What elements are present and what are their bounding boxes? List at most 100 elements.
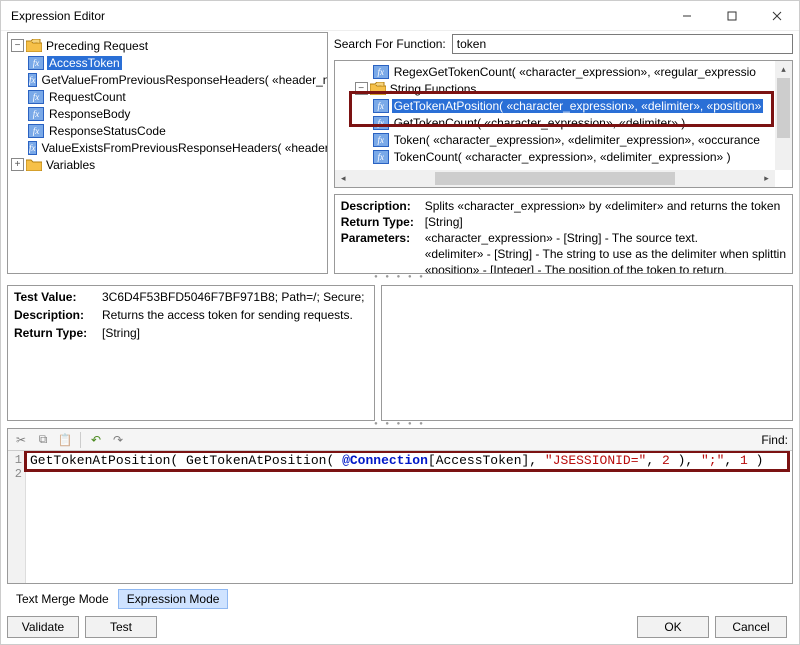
- separator: [80, 432, 81, 448]
- tree-item[interactable]: fx GetValueFromPreviousResponseHeaders( …: [10, 71, 325, 88]
- search-row: Search For Function:: [334, 32, 793, 56]
- undo-icon[interactable]: ↶: [87, 431, 105, 449]
- fx-icon: fx: [28, 56, 44, 70]
- tree-item-gettokenatposition[interactable]: fx GetTokenAtPosition( «character_expres…: [337, 97, 792, 114]
- tree-item[interactable]: fx ResponseStatusCode: [10, 122, 325, 139]
- tree-item[interactable]: fx GetTokenCount( «character_expression»…: [337, 114, 792, 131]
- collapse-icon[interactable]: −: [355, 82, 368, 95]
- tree-label: ResponseStatusCode: [47, 124, 168, 138]
- expand-icon[interactable]: +: [11, 158, 24, 171]
- tree-item[interactable]: fx RegexGetTokenCount( «character_expres…: [337, 63, 792, 80]
- fx-icon: fx: [373, 133, 389, 147]
- ok-button[interactable]: OK: [637, 616, 709, 638]
- folder-icon: [370, 82, 386, 96]
- window-title: Expression Editor: [11, 9, 105, 23]
- scrollbar-thumb[interactable]: [435, 172, 675, 185]
- tree-label: AccessToken: [47, 56, 122, 70]
- code-line[interactable]: GetTokenAtPosition( GetTokenAtPosition( …: [26, 451, 767, 583]
- tree-label: String Functions: [388, 82, 479, 96]
- splitter-grip[interactable]: ● ● ● ● ●: [7, 274, 793, 279]
- tree-label: RequestCount: [47, 90, 128, 104]
- tree-item[interactable]: fx Token( «character_expression», «delim…: [337, 131, 792, 148]
- fx-icon: fx: [28, 90, 44, 104]
- tree-label: GetTokenAtPosition( «character_expressio…: [392, 99, 764, 113]
- return-type-label: Return Type:: [14, 326, 102, 340]
- scroll-left-icon[interactable]: ◂: [335, 170, 352, 187]
- fx-icon: fx: [28, 124, 44, 138]
- folder-icon: [26, 39, 42, 53]
- parameters-label: Parameters:: [341, 231, 425, 245]
- cut-icon[interactable]: ✂: [12, 431, 30, 449]
- function-panel: Search For Function: fx RegexGetTokenCou…: [334, 32, 793, 274]
- fx-icon: fx: [373, 116, 389, 130]
- tab-text-merge-mode[interactable]: Text Merge Mode: [7, 589, 118, 609]
- horizontal-scrollbar[interactable]: ◂ ▸: [335, 170, 775, 187]
- folder-icon: [26, 158, 42, 172]
- fx-icon: fx: [373, 65, 389, 79]
- close-button[interactable]: [754, 1, 799, 31]
- description-label: Description:: [341, 199, 425, 213]
- fx-icon: fx: [28, 73, 37, 87]
- return-type-value: [String]: [102, 326, 368, 340]
- selection-info: Test Value: 3C6D4F53BFD5046F7BF971B8; Pa…: [7, 285, 375, 421]
- tab-expression-mode[interactable]: Expression Mode: [118, 589, 229, 609]
- mid-row: Test Value: 3C6D4F53BFD5046F7BF971B8; Pa…: [7, 285, 793, 421]
- tree-item[interactable]: fx ValueExistsFromPreviousResponseHeader…: [10, 139, 325, 156]
- tree-label: Token( «character_expression», «delimite…: [392, 133, 762, 147]
- validate-button[interactable]: Validate: [7, 616, 79, 638]
- tree-node-variables[interactable]: + Variables: [10, 156, 325, 173]
- fx-icon: fx: [373, 150, 389, 164]
- tree-item[interactable]: fx RequestCount: [10, 88, 325, 105]
- description-value: Splits «character_expression» by «delimi…: [425, 199, 786, 213]
- tree-label: Preceding Request: [44, 39, 150, 53]
- scrollbar-thumb[interactable]: [777, 78, 790, 138]
- test-value: 3C6D4F53BFD5046F7BF971B8; Path=/; Secure…: [102, 290, 368, 304]
- code-area[interactable]: 12 GetTokenAtPosition( GetTokenAtPositio…: [8, 451, 792, 583]
- minimize-button[interactable]: [664, 1, 709, 31]
- collapse-icon[interactable]: −: [11, 39, 24, 52]
- cancel-button[interactable]: Cancel: [715, 616, 787, 638]
- vertical-scrollbar[interactable]: ▴: [775, 61, 792, 170]
- tree-label: ValueExistsFromPreviousResponseHeaders( …: [40, 141, 328, 155]
- button-row: Validate Test OK Cancel: [7, 616, 793, 638]
- maximize-button[interactable]: [709, 1, 754, 31]
- search-input[interactable]: [452, 34, 793, 54]
- splitter-grip[interactable]: ● ● ● ● ●: [7, 421, 793, 426]
- tree-label: GetValueFromPreviousResponseHeaders( «he…: [40, 73, 328, 87]
- fx-icon: fx: [28, 107, 44, 121]
- search-label: Search For Function:: [334, 37, 446, 51]
- top-row: − Preceding Request fx AccessToken fx Ge…: [7, 32, 793, 274]
- find-label: Find:: [761, 433, 788, 447]
- variable-tree[interactable]: − Preceding Request fx AccessToken fx Ge…: [7, 32, 328, 274]
- scroll-up-icon[interactable]: ▴: [775, 61, 792, 78]
- test-value-label: Test Value:: [14, 290, 102, 304]
- tree-node-string-functions[interactable]: − String Functions: [337, 80, 792, 97]
- title-bar: Expression Editor: [1, 1, 799, 31]
- redo-icon[interactable]: ↷: [109, 431, 127, 449]
- function-tree[interactable]: fx RegexGetTokenCount( «character_expres…: [334, 60, 793, 188]
- parameter-line: «position» - [Integer] - The position of…: [425, 263, 786, 274]
- line-gutter: 12: [8, 451, 26, 583]
- scroll-right-icon[interactable]: ▸: [758, 170, 775, 187]
- function-description: Description: Splits «character_expressio…: [334, 194, 793, 274]
- tree-item[interactable]: fx TokenCount( «character_expression», «…: [337, 148, 792, 165]
- fx-icon: fx: [373, 99, 389, 113]
- tree-label: ResponseBody: [47, 107, 132, 121]
- fx-icon: fx: [28, 141, 37, 155]
- tree-item[interactable]: fx ResponseBody: [10, 105, 325, 122]
- description-label: Description:: [14, 308, 102, 322]
- tree-item-accesstoken[interactable]: fx AccessToken: [10, 54, 325, 71]
- expression-editor: ✂ ⧉ 📋 ↶ ↷ Find: 12 GetTokenAtPosition( G…: [7, 428, 793, 584]
- copy-icon[interactable]: ⧉: [34, 431, 52, 449]
- tree-label: Variables: [44, 158, 97, 172]
- content: − Preceding Request fx AccessToken fx Ge…: [7, 32, 793, 638]
- preview-panel: [381, 285, 793, 421]
- tree-label: RegexGetTokenCount( «character_expressio…: [392, 65, 758, 79]
- tree-node-preceding-request[interactable]: − Preceding Request: [10, 37, 325, 54]
- mode-row: Text Merge Mode Expression Mode: [7, 588, 793, 610]
- return-type-label: Return Type:: [341, 215, 425, 229]
- paste-icon[interactable]: 📋: [56, 431, 74, 449]
- test-button[interactable]: Test: [85, 616, 157, 638]
- tree-label: TokenCount( «character_expression», «del…: [392, 150, 733, 164]
- return-type-value: [String]: [425, 215, 786, 229]
